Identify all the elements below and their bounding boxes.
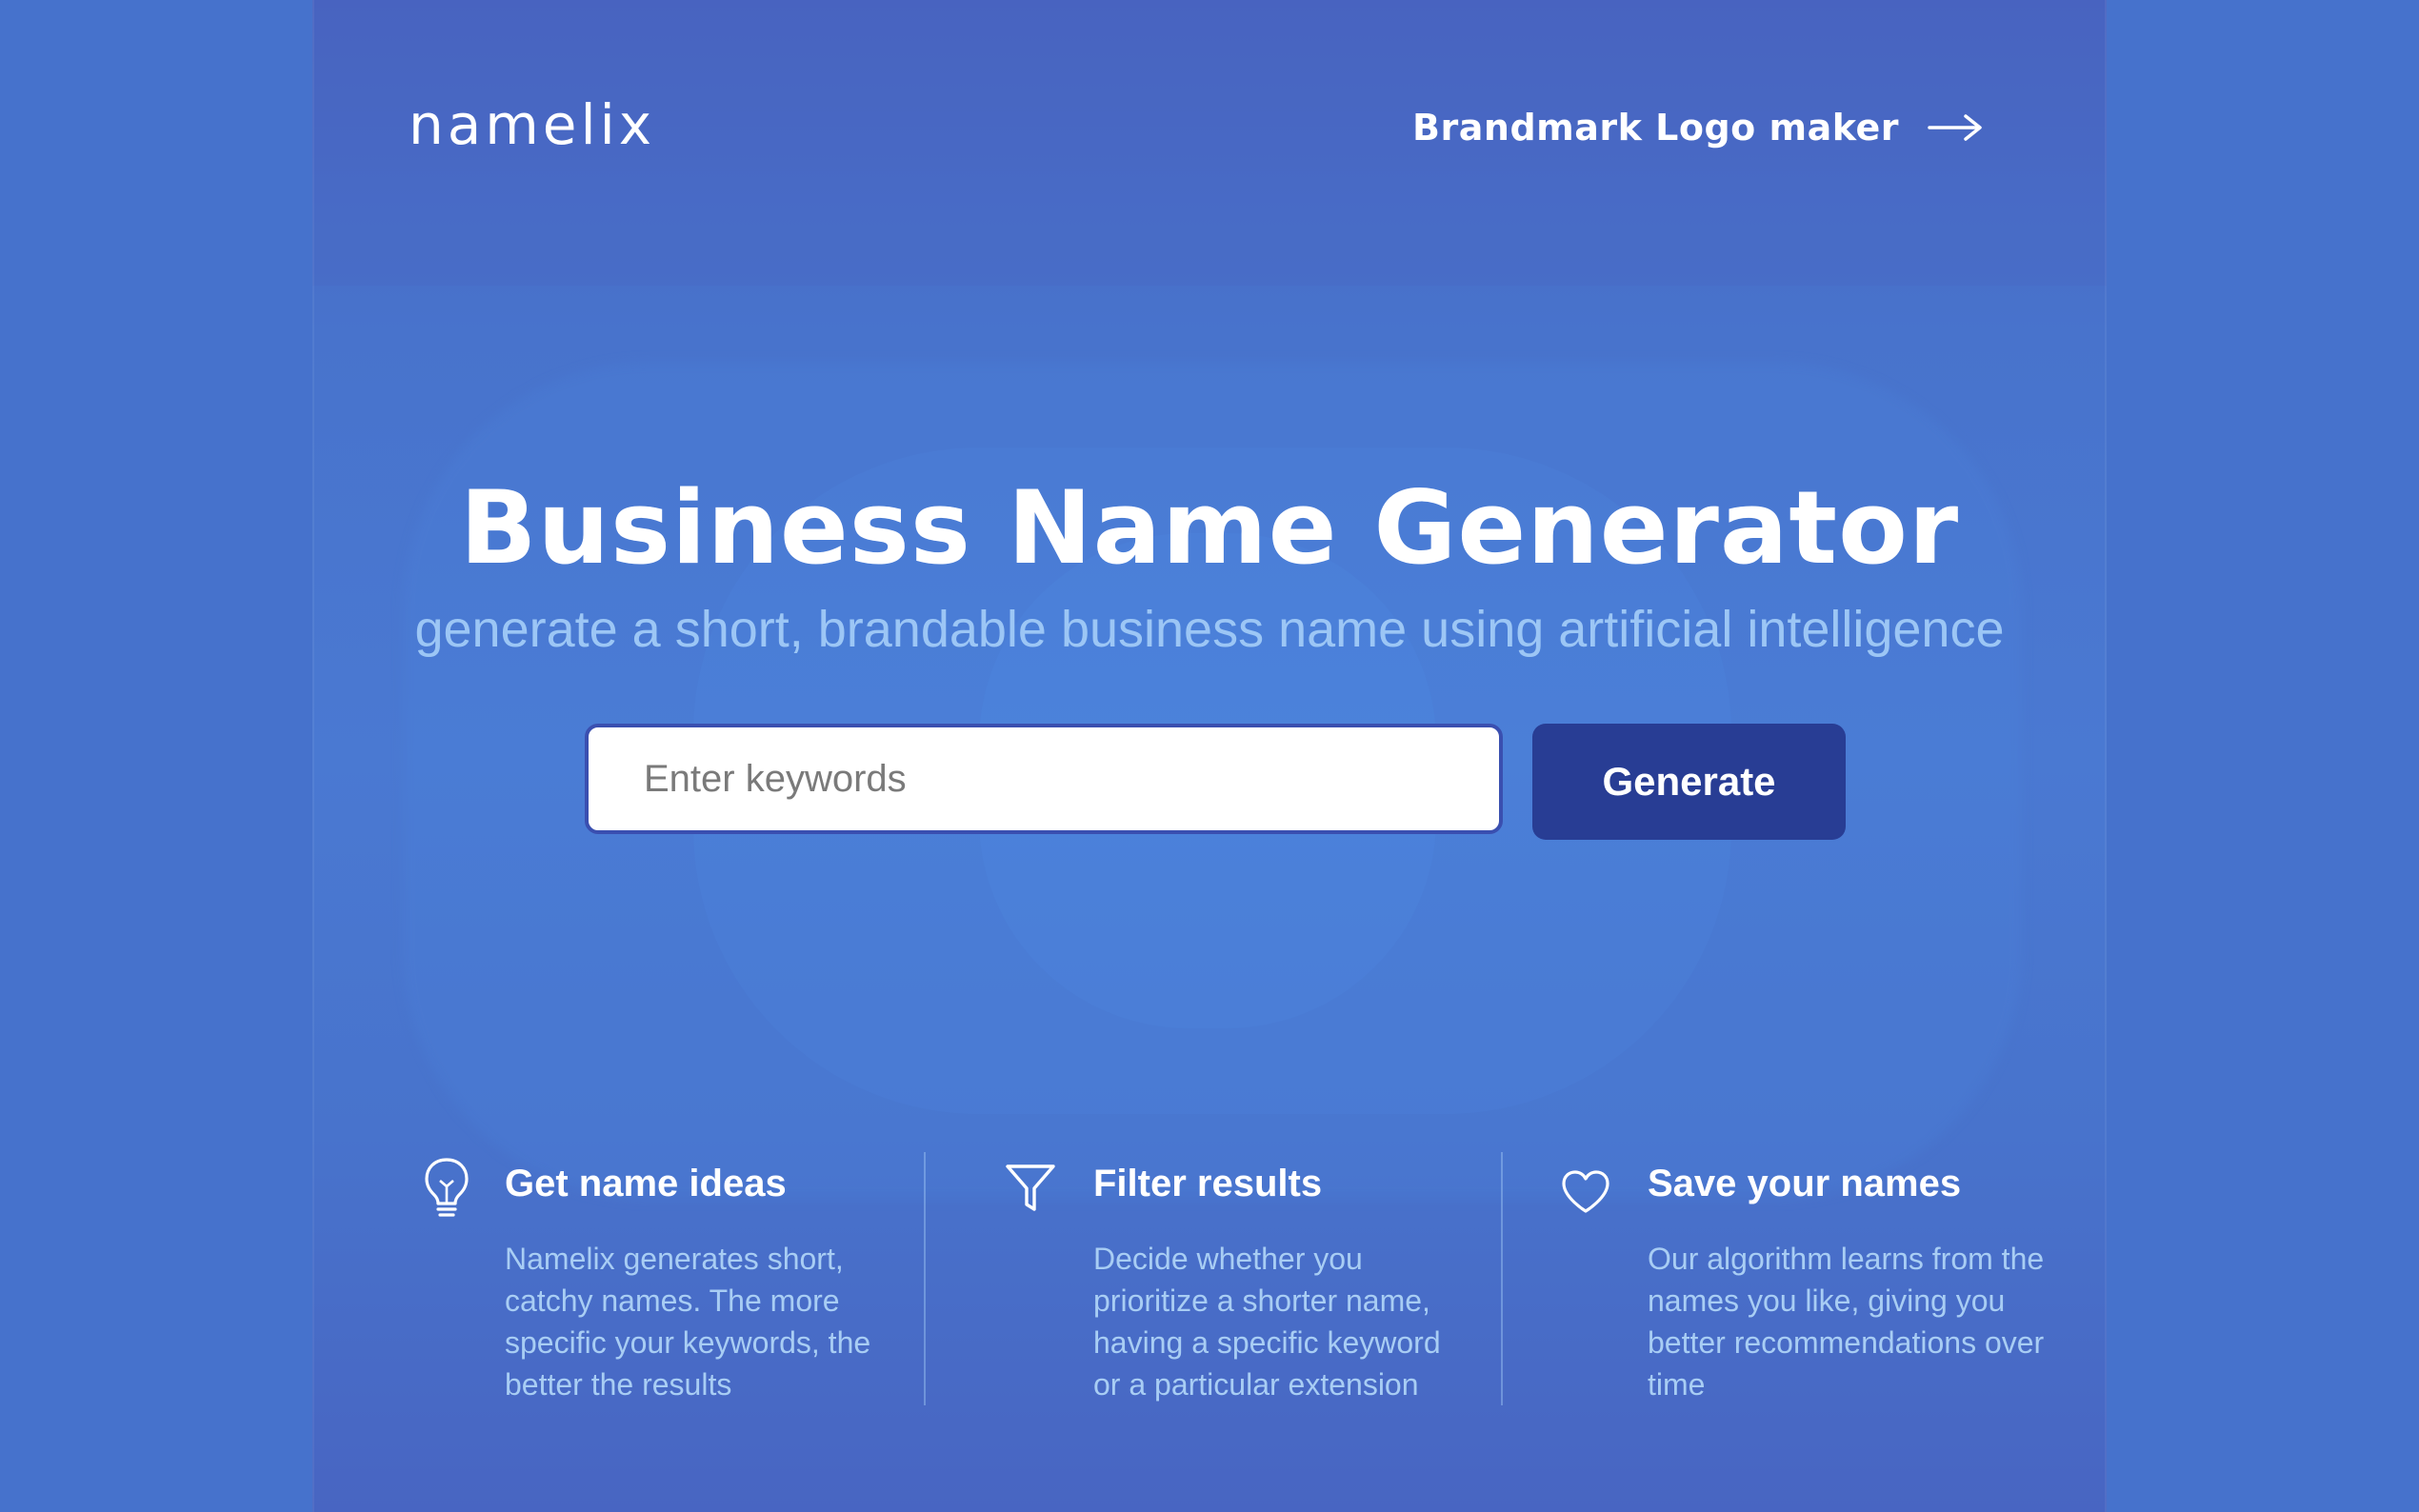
- feature-title: Filter results: [1093, 1163, 1323, 1204]
- feature-description: Namelix generates short, catchy names. T…: [505, 1242, 871, 1402]
- keywords-input[interactable]: [585, 724, 1503, 834]
- header: namelix Brandmark Logo maker: [312, 0, 2107, 286]
- feature-save-your-names: Save your names Our algorithm learns fro…: [1503, 1152, 2107, 1409]
- brandmark-link-label: Brandmark Logo maker: [1412, 107, 1899, 149]
- feature-description: Our algorithm learns from the names you …: [1648, 1242, 2045, 1402]
- feature-filter-results: Filter results Decide whether you priori…: [926, 1152, 1497, 1409]
- page-subtitle: generate a short, brandable business nam…: [414, 601, 2005, 658]
- feature-title: Get name ideas: [505, 1163, 787, 1204]
- arrow-right-icon: [1928, 113, 1983, 142]
- feature-title: Save your names: [1648, 1163, 1962, 1204]
- feature-get-name-ideas: Get name ideas Namelix generates short, …: [312, 1152, 922, 1409]
- brandmark-logo-maker-link[interactable]: Brandmark Logo maker: [1412, 103, 1983, 152]
- filter-icon: [1004, 1162, 1057, 1220]
- generate-button[interactable]: Generate: [1532, 724, 1846, 840]
- features-section: Get name ideas Namelix generates short, …: [312, 1152, 2107, 1409]
- logo[interactable]: namelix: [409, 91, 655, 158]
- lightbulb-icon: [422, 1156, 471, 1225]
- column-edge: [312, 0, 314, 1512]
- page-title: Business Name Generator: [459, 469, 1960, 587]
- page-column: namelix Brandmark Logo maker Business Na…: [312, 0, 2107, 1512]
- feature-description: Decide whether you prioritize a shorter …: [1093, 1242, 1441, 1402]
- heart-icon: [1560, 1169, 1611, 1220]
- column-edge: [2105, 0, 2107, 1512]
